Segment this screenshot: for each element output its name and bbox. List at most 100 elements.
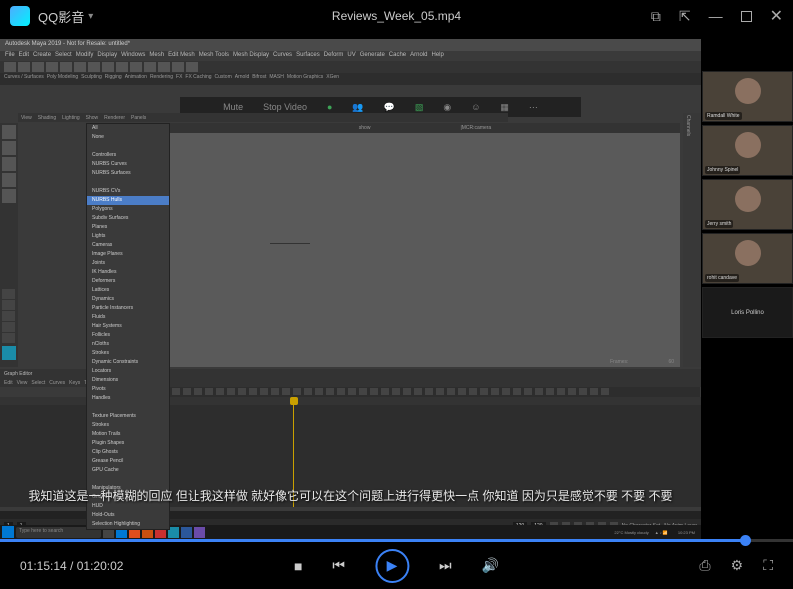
graph-tool-icon[interactable] (502, 388, 510, 395)
graph-tool-icon[interactable] (480, 388, 488, 395)
shelf-button-icon[interactable] (4, 62, 16, 72)
dropdown-item[interactable]: Polygons (87, 205, 169, 214)
viewport-menu-item[interactable]: Lighting (62, 115, 80, 121)
stop-button[interactable]: ■ (294, 558, 302, 574)
select-tool-icon[interactable] (2, 125, 16, 139)
dropdown-item[interactable]: nCloths (87, 340, 169, 349)
pin-icon[interactable]: ⇱ (679, 8, 691, 25)
menu-item[interactable]: Edit Mesh (168, 52, 195, 60)
graph-tool-icon[interactable] (403, 388, 411, 395)
graph-tool-icon[interactable] (414, 388, 422, 395)
viewport-menu-item[interactable]: Panels (131, 115, 146, 121)
layout-single-icon[interactable] (2, 289, 15, 299)
dropdown-item[interactable]: Image Planes (87, 250, 169, 259)
dropdown-item[interactable]: Grease Pencil (87, 457, 169, 466)
viewport-menu-item[interactable]: Show (86, 115, 99, 121)
dropdown-item[interactable]: NURBS Curves (87, 160, 169, 169)
menu-item[interactable]: Mesh Tools (199, 52, 229, 60)
shelf-tab[interactable]: Sculpting (81, 74, 102, 84)
dropdown-item[interactable]: NURBS CVs (87, 187, 169, 196)
apps-icon[interactable]: ▦ (500, 102, 509, 113)
graph-tool-icon[interactable] (260, 388, 268, 395)
participant-tile[interactable]: Loris Pollino (702, 287, 793, 338)
participant-tile[interactable]: Ramdall White (702, 71, 793, 122)
participant-tile[interactable]: rohit candave (702, 233, 793, 284)
shelf-button-icon[interactable] (46, 62, 58, 72)
weather-widget[interactable]: 22°C Mostly cloudy (614, 530, 648, 535)
graph-tool-icon[interactable] (590, 388, 598, 395)
graph-tool-icon[interactable] (436, 388, 444, 395)
start-button-icon[interactable] (2, 526, 14, 538)
clock[interactable]: 10:23 PM (678, 530, 695, 535)
shelf-button-icon[interactable] (186, 62, 198, 72)
graph-tool-icon[interactable] (359, 388, 367, 395)
dropdown-item[interactable]: Pivots (87, 385, 169, 394)
screenshot-icon[interactable]: ⎙ (699, 557, 710, 574)
close-button[interactable]: ✕ (770, 6, 783, 26)
shelf-tab[interactable]: Animation (125, 74, 147, 84)
record-btn[interactable]: ◉ (443, 102, 451, 113)
dropdown-item[interactable] (87, 142, 169, 151)
shelf-button-icon[interactable] (18, 62, 30, 72)
perspective-viewport[interactable]: show |MCR:camera Frames: 60 (170, 123, 680, 367)
graph-tool-icon[interactable] (216, 388, 224, 395)
dropdown-item[interactable]: Joints (87, 259, 169, 268)
rotate-tool-icon[interactable] (2, 173, 16, 187)
reactions-icon[interactable]: ☺ (471, 102, 480, 112)
shelf-button-icon[interactable] (74, 62, 86, 72)
menu-item[interactable]: Deform (324, 52, 344, 60)
menu-item[interactable]: Display (97, 52, 117, 60)
menu-item[interactable]: Select (55, 52, 72, 60)
shelf-tab[interactable]: XGen (326, 74, 339, 84)
dropdown-item[interactable]: GPU Cache (87, 466, 169, 475)
dropdown-item[interactable]: Follicles (87, 331, 169, 340)
dropdown-item[interactable]: Hold-Outs (87, 511, 169, 520)
play-button[interactable]: ▶ (375, 549, 409, 583)
dropdown-item[interactable]: Motion Trails (87, 430, 169, 439)
viewport-menu-item[interactable]: View (21, 115, 32, 121)
shelf-tab[interactable]: Arnold (235, 74, 249, 84)
graph-tool-icon[interactable] (348, 388, 356, 395)
shelf-tab[interactable]: Motion Graphics (287, 74, 323, 84)
shelf-button-icon[interactable] (116, 62, 128, 72)
more-icon[interactable]: ⋯ (529, 102, 538, 113)
layout-four-icon[interactable] (2, 300, 15, 310)
outliner-icon[interactable] (2, 333, 15, 343)
menu-item[interactable]: Mesh (149, 52, 164, 60)
graph-tool-icon[interactable] (469, 388, 477, 395)
shelf-tab[interactable]: Poly Modeling (47, 74, 78, 84)
dropdown-item[interactable]: IK Handles (87, 268, 169, 277)
graph-tool-icon[interactable] (370, 388, 378, 395)
shelf-tab[interactable]: Rendering (150, 74, 173, 84)
shelf-tab[interactable]: Custom (215, 74, 232, 84)
dropdown-item[interactable]: Handles (87, 394, 169, 403)
dropdown-item[interactable]: Particle Instancers (87, 304, 169, 313)
menu-item[interactable]: Windows (121, 52, 145, 60)
word-icon[interactable] (181, 527, 192, 538)
dropdown-item[interactable]: Hair Systems (87, 322, 169, 331)
graph-tool-icon[interactable] (194, 388, 202, 395)
menu-item[interactable]: Generate (360, 52, 385, 60)
graph-tool-icon[interactable] (513, 388, 521, 395)
viewport-menu-item[interactable]: Renderer (104, 115, 125, 121)
shelf-button-icon[interactable] (60, 62, 72, 72)
graph-tool-icon[interactable] (315, 388, 323, 395)
dropdown-item[interactable]: Fluids (87, 313, 169, 322)
graph-tool-icon[interactable] (293, 388, 301, 395)
shelf-tab[interactable]: MASH (269, 74, 283, 84)
shelf-button-icon[interactable] (144, 62, 156, 72)
shelf-tab[interactable]: Rigging (105, 74, 122, 84)
graph-tool-icon[interactable] (304, 388, 312, 395)
graph-tool-icon[interactable] (546, 388, 554, 395)
menu-item[interactable]: Arnold (410, 52, 427, 60)
graph-tool-icon[interactable] (282, 388, 290, 395)
chevron-down-icon[interactable]: ▾ (88, 11, 93, 22)
shelf-button-icon[interactable] (102, 62, 114, 72)
graph-menu-item[interactable]: Edit (4, 380, 13, 386)
dropdown-item[interactable]: Deformers (87, 277, 169, 286)
fullscreen-icon[interactable]: ⛶ (763, 557, 773, 574)
participant-tile[interactable]: Jerry smith (702, 179, 793, 230)
next-button[interactable]: ⏭ (439, 557, 452, 574)
graph-tool-icon[interactable] (568, 388, 576, 395)
scale-tool-icon[interactable] (2, 189, 16, 203)
